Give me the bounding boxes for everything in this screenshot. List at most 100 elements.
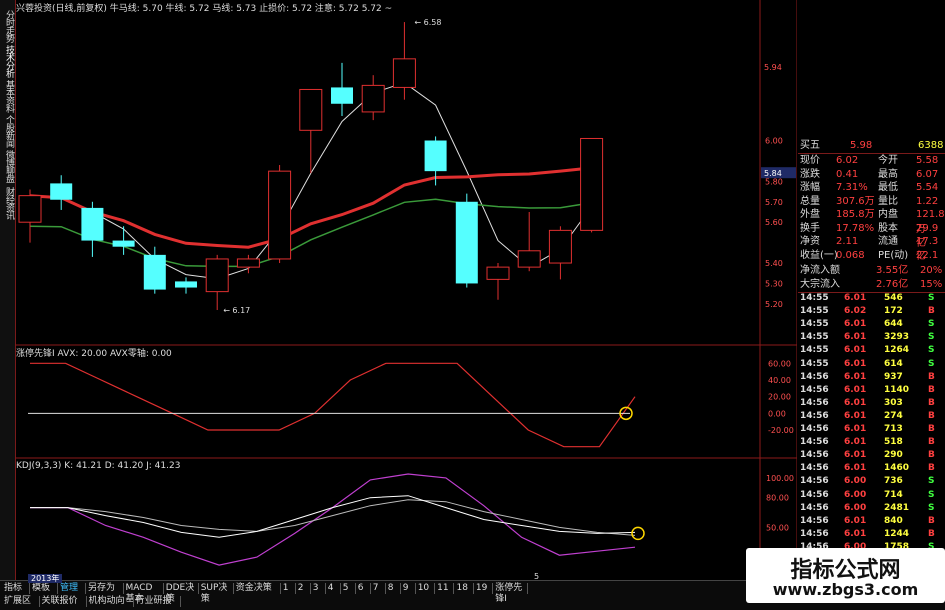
tick-side: B xyxy=(928,306,935,317)
candle-body xyxy=(392,58,416,88)
bottom-tab[interactable]: 5 xyxy=(341,583,356,594)
tick-side: B xyxy=(928,463,935,474)
tick-volume: 1264 xyxy=(884,345,910,356)
flow1-label: 净流入额 xyxy=(800,265,840,276)
tick-volume: 546 xyxy=(884,293,903,303)
quote-panel: 买五 5.98 6388 现价 6.02 今开 5.58 涨跌 0.41 最高 6.07 涨幅 7… xyxy=(798,138,945,580)
tick-price: 6.01 xyxy=(844,424,867,434)
bottom-tab[interactable]: MACD基本 xyxy=(124,583,164,604)
tick-time: 14:56 xyxy=(800,528,829,539)
tick-price: 6.01 xyxy=(844,293,867,303)
indicator2-header: KDJ(9,3,3) K: 41.21 D: 41.20 J: 41.23 xyxy=(16,461,181,471)
tick-side: B xyxy=(928,397,935,408)
quote-value: 22.1 xyxy=(916,249,939,261)
tick-row: 14:55 6.01 1264 S xyxy=(798,345,945,355)
quote-label: PE(动) xyxy=(878,249,909,261)
tick-side: B xyxy=(928,384,935,395)
tick-side: B xyxy=(928,528,935,539)
bottom-tab[interactable]: 9 xyxy=(401,583,416,594)
bottom-tab[interactable]: 10 xyxy=(416,583,436,594)
tick-row: 14:55 6.02 172 B xyxy=(798,306,945,316)
ask5-volume: 6388 xyxy=(918,140,944,151)
ask5-price: 5.98 xyxy=(850,140,873,151)
candle-body xyxy=(112,240,135,247)
tick-row: 14:56 6.01 840 B xyxy=(798,516,945,526)
date-marker: 5 xyxy=(534,572,540,581)
ask5-label: 买五 xyxy=(800,140,820,151)
tick-time: 14:56 xyxy=(800,424,829,434)
tick-price: 6.01 xyxy=(844,397,867,408)
tick-price: 6.01 xyxy=(844,332,867,343)
bottom-tab[interactable]: 18 xyxy=(455,583,474,594)
ask5-row: 买五 5.98 6388 xyxy=(798,138,945,154)
bottom-tab[interactable]: 8 xyxy=(386,583,401,594)
tick-row: 14:56 6.00 2481 S xyxy=(798,503,945,513)
tick-price: 6.01 xyxy=(844,463,867,474)
bottom-tab[interactable]: 涨停先锋I xyxy=(493,583,529,604)
bottom-tab[interactable]: 管理 xyxy=(58,583,86,594)
bottom-tab[interactable]: 1 xyxy=(281,583,296,594)
indicator-tab-row: 指标 模板 管理 另存为 MACD基本 DDE决策 SUP决策 资金决策 1 2 3 4 5 6 7 8 9 10… xyxy=(0,583,800,604)
bottom-tab[interactable]: 指标 xyxy=(2,583,30,594)
tick-price: 6.01 xyxy=(844,410,867,421)
bottom-tab[interactable]: SUP决策 xyxy=(199,583,234,604)
tick-time: 14:56 xyxy=(800,450,829,461)
bottom-tab[interactable]: 资金决策 xyxy=(234,583,281,594)
tick-volume: 290 xyxy=(884,450,903,461)
bottom-tab[interactable]: 11 xyxy=(435,583,455,594)
flow1-value: 3.55亿 xyxy=(876,265,909,276)
tick-volume: 3293 xyxy=(884,332,910,343)
tick-price: 6.01 xyxy=(844,371,867,382)
tick-volume: 714 xyxy=(884,489,903,500)
price-axis-tick: 5.80 xyxy=(765,177,783,186)
low-price-label: ← 6.17 xyxy=(223,306,250,315)
kdj-j-line xyxy=(30,473,636,566)
tick-time: 14:56 xyxy=(800,463,829,474)
tick-side: B xyxy=(928,437,935,448)
candle-body xyxy=(517,250,541,268)
bottom-tab[interactable]: 2 xyxy=(296,583,311,594)
bottom-tab[interactable]: 6 xyxy=(356,583,371,594)
flow2-label: 大宗流入 xyxy=(800,279,840,290)
tick-row: 14:56 6.01 518 B xyxy=(798,437,945,447)
tick-time: 14:55 xyxy=(800,345,829,356)
bottom-tab[interactable]: DDE决策 xyxy=(164,583,199,604)
flow2-value: 2.76亿 xyxy=(876,279,909,290)
tick-volume: 614 xyxy=(884,358,903,369)
extension-tab[interactable]: 扩展区 xyxy=(2,596,40,607)
bottom-tab[interactable]: 19 xyxy=(474,583,494,594)
tick-row: 14:56 6.01 937 B xyxy=(798,372,945,382)
tick-row: 14:56 6.01 1244 B xyxy=(798,529,945,539)
tick-row: 14:56 6.00 736 S xyxy=(798,476,945,486)
bottom-tab[interactable]: 3 xyxy=(311,583,326,594)
tick-price: 6.01 xyxy=(844,384,867,395)
tick-volume: 303 xyxy=(884,397,903,408)
highlight-circle xyxy=(631,526,645,541)
extension-tab[interactable]: 机构动向 xyxy=(87,596,134,607)
tick-time: 14:55 xyxy=(800,332,829,343)
tick-side: S xyxy=(928,358,935,369)
tick-volume: 1460 xyxy=(884,463,910,474)
ma-long-line xyxy=(29,198,592,268)
price-axis-tick: 5.30 xyxy=(765,279,783,288)
tick-row: 14:56 6.01 1460 B xyxy=(798,463,945,473)
tick-price: 6.00 xyxy=(844,489,867,500)
bottom-tab[interactable]: 另存为 xyxy=(86,583,124,594)
tick-time: 14:55 xyxy=(800,293,829,303)
indicator1-axis-tick: 0.00 xyxy=(768,409,786,418)
flow-row-1: 净流入额 3.55亿 20% xyxy=(798,263,945,278)
tick-price: 6.01 xyxy=(844,450,867,461)
tick-volume: 840 xyxy=(884,515,903,526)
extension-tab-row: 扩展区 关联报价 机构动向 行业研报 xyxy=(0,596,400,608)
top-right-tag: 5.94 xyxy=(764,63,782,72)
bottom-tab[interactable]: 模板 xyxy=(30,583,58,594)
tick-row: 14:56 6.01 713 B xyxy=(798,424,945,434)
extension-tab[interactable]: 关联报价 xyxy=(40,596,87,607)
bottom-tab[interactable]: 4 xyxy=(326,583,341,594)
tick-side: B xyxy=(928,371,935,382)
tick-time: 14:55 xyxy=(800,319,829,330)
bottom-tab[interactable]: 7 xyxy=(371,583,386,594)
tick-price: 6.01 xyxy=(844,319,867,330)
tick-volume: 274 xyxy=(884,410,903,421)
extension-tab[interactable]: 行业研报 xyxy=(134,596,181,607)
